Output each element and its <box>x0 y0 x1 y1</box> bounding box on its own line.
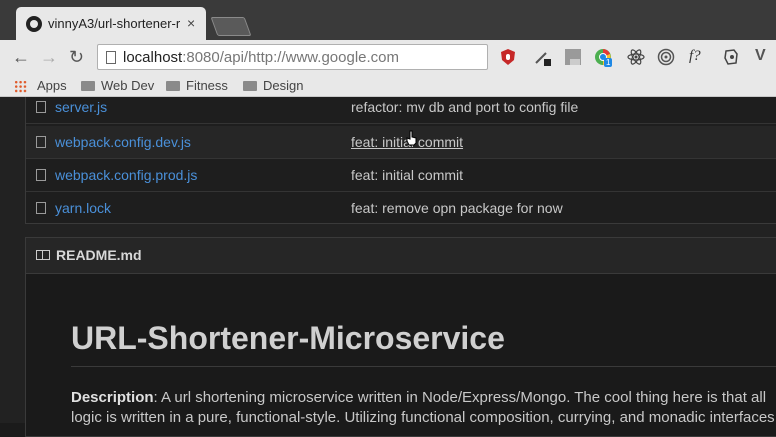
vue-icon[interactable]: V <box>755 47 773 65</box>
tab-strip: vinnyA3/url-shortener-r × <box>0 0 776 40</box>
file-icon <box>36 169 46 181</box>
tab-title: vinnyA3/url-shortener-r <box>48 16 180 31</box>
file-link[interactable]: yarn.lock <box>55 200 111 216</box>
ublock-icon[interactable] <box>499 48 517 66</box>
hand-cursor-icon <box>406 130 417 146</box>
browser-tab[interactable]: vinnyA3/url-shortener-r × <box>16 7 206 40</box>
eyedropper-icon[interactable] <box>533 48 551 66</box>
commit-message-link[interactable]: feat: remove opn package for now <box>351 200 563 216</box>
heading-divider <box>71 366 776 367</box>
forward-button[interactable]: → <box>40 47 58 67</box>
folder-icon <box>166 81 180 91</box>
react-devtools-icon[interactable] <box>627 48 645 66</box>
commit-message-link[interactable]: feat: initial commit <box>351 167 463 183</box>
address-rest: :8080/api/http://www.google.com <box>182 49 399 66</box>
file-row: server.js refactor: mv db and port to co… <box>26 91 776 124</box>
file-icon <box>36 136 46 148</box>
file-icon <box>36 202 46 214</box>
readme-description: Description: A url shortening microservi… <box>71 388 775 428</box>
readme-filename: README.md <box>56 247 142 263</box>
folder-icon <box>243 81 257 91</box>
address-host: localhost <box>123 49 183 66</box>
evernote-icon[interactable] <box>722 48 740 66</box>
file-link[interactable]: webpack.config.prod.js <box>55 167 197 183</box>
readme-heading: URL-Shortener-Microservice <box>71 320 505 356</box>
new-tab-button[interactable] <box>210 17 252 36</box>
target-icon[interactable] <box>657 48 675 66</box>
file-row: yarn.lock feat: remove opn package for n… <box>26 192 776 225</box>
address-text: localhost:8080/api/http://www.google.com <box>123 49 399 66</box>
commit-message-link[interactable]: refactor: mv db and port to config file <box>351 99 578 115</box>
github-icon <box>26 16 42 32</box>
file-list: server.js refactor: mv db and port to co… <box>25 97 776 224</box>
file-link[interactable]: server.js <box>55 99 107 115</box>
es-extension-icon[interactable] <box>564 48 582 66</box>
extension-badge: 1 <box>604 58 613 67</box>
tab-close-button[interactable]: × <box>187 15 195 31</box>
fx-icon[interactable]: f? <box>689 48 707 66</box>
description-line-2: logic is written in a pure, functional-s… <box>71 409 775 426</box>
page-icon <box>106 51 116 64</box>
file-icon <box>36 101 46 113</box>
readme-header: README.md <box>26 238 776 274</box>
file-link[interactable]: webpack.config.dev.js <box>55 134 191 150</box>
page-content: server.js refactor: mv db and port to co… <box>0 97 776 437</box>
chrome-extension-icon[interactable]: 1 <box>594 48 613 67</box>
back-button[interactable]: ← <box>12 47 30 67</box>
folder-icon <box>81 81 95 91</box>
book-icon <box>36 250 50 260</box>
browser-toolbar: ← → ↻ localhost:8080/api/http://www.goog… <box>0 40 776 75</box>
description-line-1: : A url shortening microservice written … <box>153 389 767 406</box>
readme-panel: README.md URL-Shortener-Microservice Des… <box>25 237 776 437</box>
file-row: webpack.config.dev.js feat: initial comm… <box>26 126 776 159</box>
address-bar[interactable]: localhost:8080/api/http://www.google.com <box>97 44 488 70</box>
file-row: webpack.config.prod.js feat: initial com… <box>26 159 776 192</box>
description-label: Description <box>71 389 154 406</box>
reload-button[interactable]: ↻ <box>69 47 84 67</box>
